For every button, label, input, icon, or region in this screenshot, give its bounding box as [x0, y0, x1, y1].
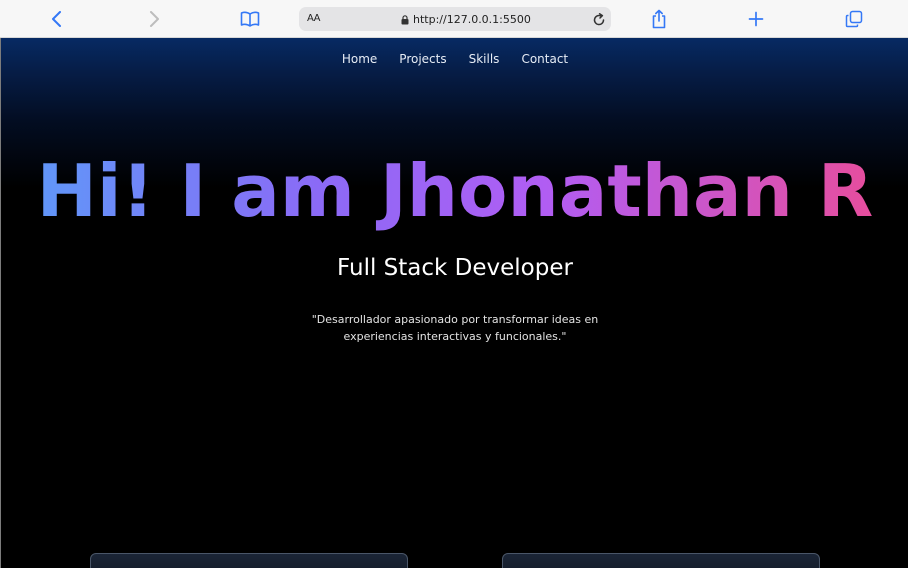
nav-contact[interactable]: Contact [521, 52, 568, 66]
project-card-left[interactable] [90, 553, 408, 568]
nav-skills[interactable]: Skills [469, 52, 500, 66]
web-page: Home Projects Skills Contact Hi! I am Jh… [0, 38, 908, 568]
new-tab-icon[interactable] [748, 0, 764, 38]
hero-title: Hi! I am Jhonathan R [1, 146, 908, 236]
nav-projects[interactable]: Projects [399, 52, 446, 66]
hero-quote: "Desarrollador apasionado por transforma… [305, 311, 605, 345]
tabs-icon[interactable] [845, 0, 863, 38]
hero-quote-line-2: experiencias interactivas y funcionales.… [343, 330, 567, 343]
nav-home[interactable]: Home [342, 52, 377, 66]
browser-toolbar: AA http://127.0.0.1:5500 [0, 0, 908, 38]
back-icon[interactable] [48, 0, 66, 38]
project-card-right[interactable] [502, 553, 820, 568]
address-bar[interactable]: AA http://127.0.0.1:5500 [299, 7, 611, 31]
url-display[interactable]: http://127.0.0.1:5500 [401, 7, 531, 31]
share-icon[interactable] [651, 0, 667, 38]
hero-quote-line-1: "Desarrollador apasionado por transforma… [311, 313, 599, 326]
text-size-button[interactable]: AA [307, 7, 320, 31]
forward-icon[interactable] [145, 0, 163, 38]
url-text: http://127.0.0.1:5500 [413, 12, 531, 26]
lock-icon [401, 10, 409, 29]
bookmarks-icon[interactable] [240, 0, 260, 38]
hero-subtitle: Full Stack Developer [337, 255, 573, 281]
reload-icon[interactable] [592, 12, 606, 31]
main-nav: Home Projects Skills Contact [1, 52, 908, 66]
